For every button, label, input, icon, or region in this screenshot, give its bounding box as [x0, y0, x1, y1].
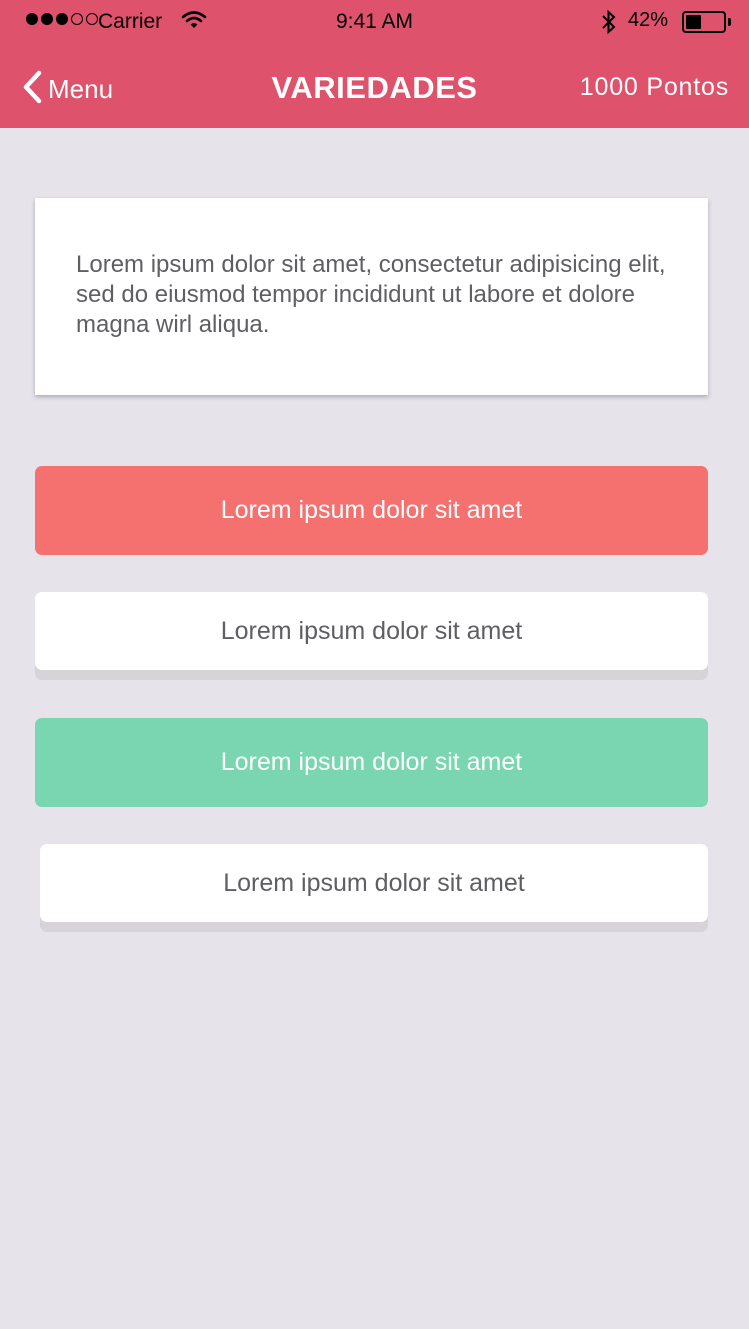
option-button-4[interactable]: Lorem ipsum dolor sit amet	[40, 844, 708, 922]
battery-percent: 42%	[628, 9, 669, 31]
option-button-1[interactable]: Lorem ipsum dolor sit amet	[35, 466, 708, 555]
points-counter: 1000 Pontos	[579, 73, 729, 101]
status-bar: Carrier 9:41 AM 42%	[0, 0, 749, 44]
app-screen: Carrier 9:41 AM 42% Menu VARIEDADES 1000…	[0, 0, 749, 1329]
option-button-2[interactable]: Lorem ipsum dolor sit amet	[35, 592, 708, 670]
nav-bar: Menu VARIEDADES 1000 Pontos	[0, 44, 749, 128]
battery-icon	[682, 11, 726, 33]
header: Carrier 9:41 AM 42% Menu VARIEDADES 1000…	[0, 0, 749, 128]
question-card: Lorem ipsum dolor sit amet, consectetur …	[35, 198, 708, 395]
option-button-3[interactable]: Lorem ipsum dolor sit amet	[35, 718, 708, 807]
battery-tip	[728, 18, 731, 26]
question-text: Lorem ipsum dolor sit amet, consectetur …	[76, 251, 666, 338]
bluetooth-icon	[600, 9, 618, 41]
